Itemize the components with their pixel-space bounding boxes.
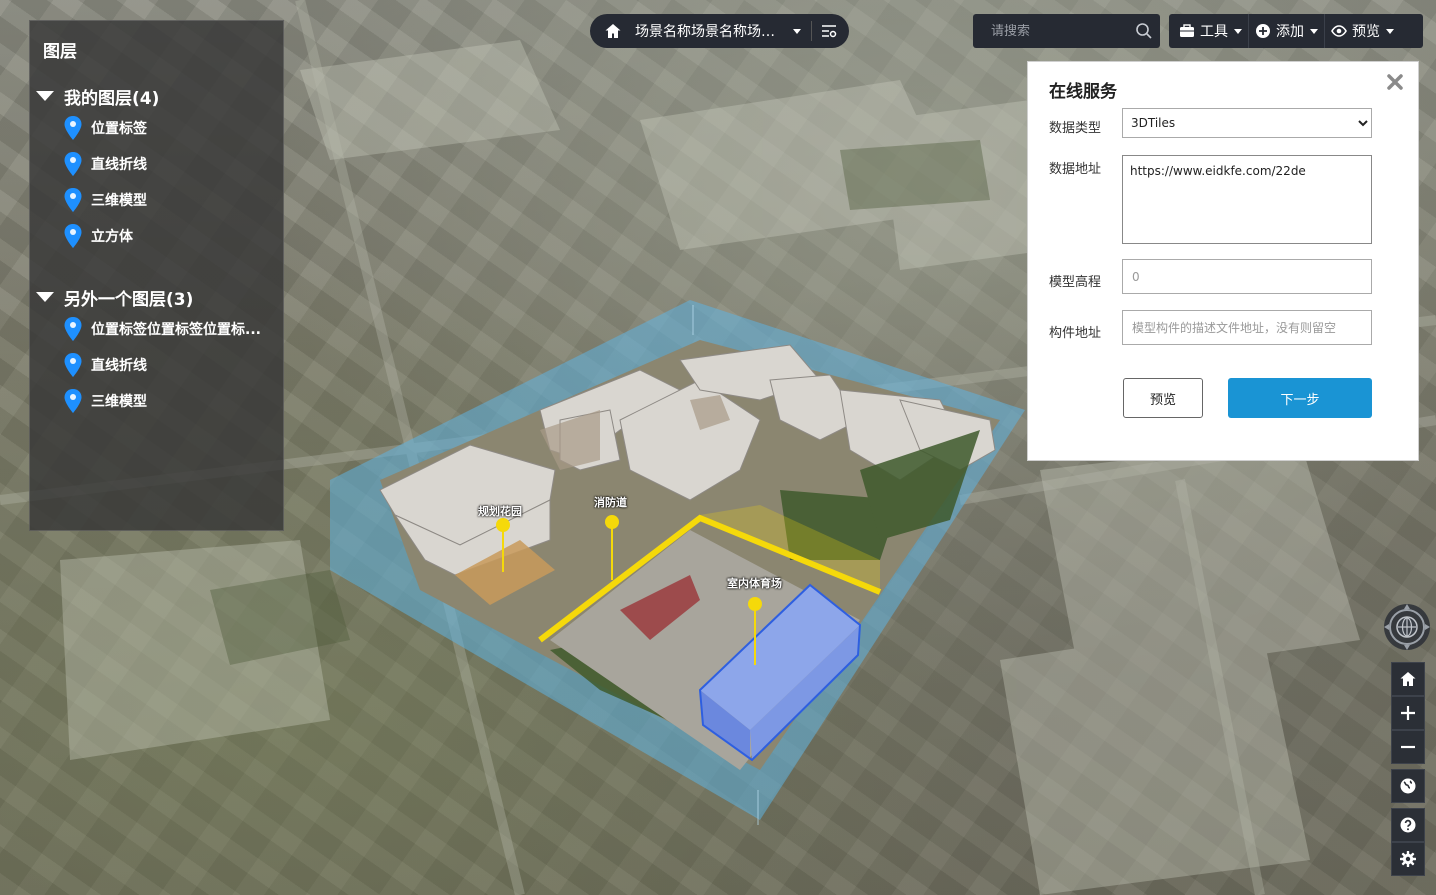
layer-item[interactable]: 位置标签位置标签位置标... — [30, 311, 283, 347]
reset-view-button[interactable] — [1391, 662, 1425, 696]
layer-item[interactable]: 直线折线 — [30, 146, 283, 182]
map-pin-icon — [64, 152, 82, 176]
caret-down-icon[interactable] — [36, 292, 54, 302]
poi-label-gym[interactable]: 室内体育场 — [727, 575, 782, 591]
component-url-label: 构件地址 — [1049, 326, 1102, 341]
dialog-title: 在线服务 — [1049, 82, 1117, 102]
layer-group-label: 我的图层(4) — [64, 88, 160, 109]
add-menu-label: 添加 — [1276, 24, 1304, 40]
layer-item-label: 三维模型 — [91, 193, 147, 209]
data-url-label: 数据地址 — [1049, 162, 1102, 177]
toolbox-icon — [1180, 24, 1194, 37]
layer-item-label: 直线折线 — [91, 358, 147, 374]
layer-panel: 图层 我的图层(4) 位置标签 直线折线 三维模型 立方体 另外一个图层(3) — [29, 20, 284, 531]
help-icon — [1400, 817, 1416, 833]
scene-name[interactable]: 场景名称场景名称场景... — [635, 21, 785, 41]
layer-panel-title: 图层 — [43, 42, 77, 62]
top-toolbar: 工具 添加 预览 — [1169, 14, 1423, 48]
scene-switcher[interactable]: 场景名称场景名称场景... — [590, 14, 849, 48]
chevron-down-icon[interactable] — [793, 28, 801, 34]
tools-menu-button[interactable]: 工具 — [1169, 14, 1248, 48]
tools-menu-label: 工具 — [1200, 24, 1228, 40]
scene-list-icon[interactable] — [820, 22, 838, 40]
plus-icon — [1401, 706, 1415, 720]
map-pin-icon — [64, 116, 82, 140]
map-pin-icon — [64, 353, 82, 377]
close-icon[interactable] — [1385, 72, 1405, 92]
gear-icon — [1400, 851, 1416, 867]
layer-group-other: 另外一个图层(3) 位置标签位置标签位置标... 直线折线 三维模型 — [30, 284, 283, 419]
chevron-down-icon — [1386, 28, 1394, 34]
zoom-in-button[interactable] — [1391, 696, 1425, 730]
chevron-down-icon — [1234, 28, 1242, 34]
globe-view-button[interactable] — [1391, 769, 1425, 803]
layer-group-header[interactable]: 另外一个图层(3) — [30, 284, 283, 310]
eye-icon — [1331, 25, 1347, 37]
layer-item-label: 立方体 — [91, 229, 133, 245]
globe-icon — [1400, 778, 1416, 794]
data-type-select[interactable]: 3DTiles — [1122, 108, 1372, 138]
settings-button[interactable] — [1391, 842, 1425, 876]
model-height-label: 模型高程 — [1049, 275, 1102, 290]
minus-icon — [1401, 745, 1415, 749]
data-url-textarea[interactable]: https://www.eidkfe.com/22de — [1122, 155, 1372, 244]
add-menu-button[interactable]: 添加 — [1249, 14, 1324, 48]
layer-item-label: 位置标签位置标签位置标... — [91, 322, 261, 338]
layer-item-label: 直线折线 — [91, 157, 147, 173]
plus-circle-icon — [1256, 24, 1270, 38]
layer-item-label: 三维模型 — [91, 394, 147, 410]
search-input[interactable] — [991, 23, 1131, 39]
layer-item[interactable]: 立方体 — [30, 218, 283, 254]
model-height-input[interactable] — [1122, 259, 1372, 294]
map-pin-icon — [64, 188, 82, 212]
help-button[interactable] — [1391, 808, 1425, 842]
layer-item[interactable]: 三维模型 — [30, 182, 283, 218]
map-nav-controls — [1391, 662, 1425, 876]
poi-label-fire-lane[interactable]: 消防道 — [594, 494, 627, 510]
layer-item[interactable]: 位置标签 — [30, 110, 283, 146]
preview-menu-button[interactable]: 预览 — [1325, 14, 1400, 48]
layer-group-header[interactable]: 我的图层(4) — [30, 83, 283, 109]
layer-group-label: 另外一个图层(3) — [64, 289, 194, 310]
divider — [811, 21, 812, 41]
chevron-down-icon — [1310, 28, 1318, 34]
layer-group-mine: 我的图层(4) 位置标签 直线折线 三维模型 立方体 — [30, 83, 283, 254]
layer-item[interactable]: 三维模型 — [30, 383, 283, 419]
compass-icon[interactable] — [1382, 602, 1432, 652]
online-service-dialog: 在线服务 数据类型 3DTiles 数据地址 https://www.eidkf… — [1027, 61, 1419, 461]
caret-down-icon[interactable] — [36, 91, 54, 101]
next-step-button[interactable]: 下一步 — [1228, 378, 1372, 418]
search-box — [973, 14, 1160, 48]
data-type-label: 数据类型 — [1049, 121, 1102, 136]
layer-item[interactable]: 直线折线 — [30, 347, 283, 383]
home-icon[interactable] — [604, 22, 622, 40]
map-pin-icon — [64, 317, 82, 341]
component-url-input[interactable] — [1122, 310, 1372, 345]
preview-button[interactable]: 预览 — [1123, 378, 1203, 418]
layer-item-label: 位置标签 — [91, 121, 147, 137]
search-icon[interactable] — [1135, 22, 1153, 40]
map-pin-icon — [64, 389, 82, 413]
home-icon — [1400, 672, 1416, 686]
poi-label-garden[interactable]: 规划花园 — [478, 503, 522, 519]
zoom-out-button[interactable] — [1391, 730, 1425, 764]
preview-menu-label: 预览 — [1352, 24, 1380, 40]
map-pin-icon — [64, 224, 82, 248]
